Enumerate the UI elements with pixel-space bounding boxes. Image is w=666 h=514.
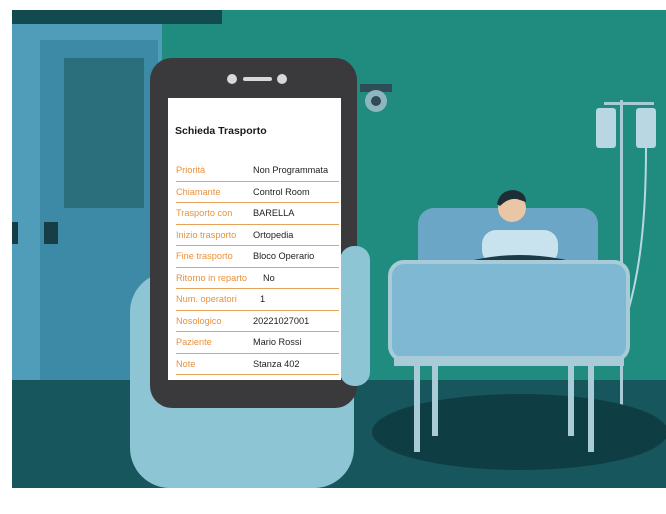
form-row-ritorno-in-reparto[interactable]: Ritorno in reparto No xyxy=(176,268,339,289)
form-value: No xyxy=(263,272,275,283)
form-row-fine-trasporto[interactable]: Fine trasporto Bloco Operario xyxy=(176,246,339,268)
door-window xyxy=(64,58,144,208)
form-value: Ortopedia xyxy=(253,229,294,240)
form-label: Num. operatori xyxy=(176,294,237,304)
bed-leg xyxy=(414,366,420,452)
form-value: 1 xyxy=(260,294,266,304)
phone-screen: Schieda Trasporto Priorità Non Programma… xyxy=(168,98,341,380)
form-row-trasporto-con[interactable]: Trasporto con BARELLA xyxy=(176,203,339,225)
thumb xyxy=(340,246,370,386)
door-handle xyxy=(44,222,58,244)
iv-stand xyxy=(620,100,623,420)
form-row-inizio-trasporto[interactable]: Inizio trasporto Ortopedia xyxy=(176,225,339,246)
form-label: Note xyxy=(176,358,196,369)
form-label: Paziente xyxy=(176,337,212,347)
bed-frame xyxy=(388,260,630,362)
form-label: Inizio trasporto xyxy=(176,229,237,240)
form-row-paziente[interactable]: Paziente Mario Rossi xyxy=(176,332,339,354)
form-value: Bloco Operario xyxy=(253,251,315,261)
ceiling-band xyxy=(12,10,222,24)
form-title: Schieda Trasporto xyxy=(175,125,267,137)
form-value: 20221027001 xyxy=(253,315,310,326)
phone-sensor xyxy=(227,74,237,84)
form-row-note[interactable]: Note Stanza 402 xyxy=(176,354,339,375)
form-label: Chiamante xyxy=(176,186,221,197)
form-label: Fine trasporto xyxy=(176,251,233,261)
form-label: Nosologico xyxy=(176,315,222,326)
form-label: Ritorno in reparto xyxy=(176,272,247,283)
form-row-num-operatori[interactable]: Num. operatori 1 xyxy=(176,289,339,311)
door-hinge xyxy=(12,222,18,244)
iv-bag-left xyxy=(596,108,616,148)
form-value: Control Room xyxy=(253,186,310,197)
form-value: Non Programmata xyxy=(253,165,329,175)
form-value: BARELLA xyxy=(253,208,295,218)
phone-camera xyxy=(277,74,287,84)
iv-bag-right xyxy=(636,108,656,148)
form-label: Trasporto con xyxy=(176,208,233,218)
form-row-nosologico[interactable]: Nosologico 20221027001 xyxy=(176,311,339,332)
phone-speaker xyxy=(243,77,272,81)
form-row-priorita[interactable]: Priorità Non Programmata xyxy=(176,160,339,182)
form-value: Mario Rossi xyxy=(253,337,302,347)
form-row-chiamante[interactable]: Chiamante Control Room xyxy=(176,182,339,203)
form-value: Stanza 402 xyxy=(253,358,300,369)
transport-form: Priorità Non Programmata Chiamante Contr… xyxy=(176,160,339,375)
form-label: Priorità xyxy=(176,165,206,175)
